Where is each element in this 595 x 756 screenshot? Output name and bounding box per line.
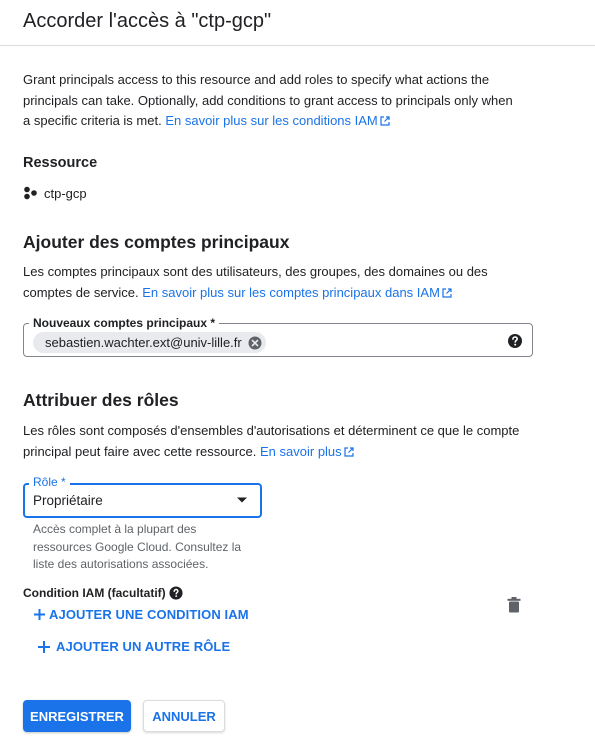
principals-iam-link-label: En savoir plus sur les comptes principau…	[142, 284, 440, 300]
delete-icon[interactable]	[507, 597, 521, 613]
resource-row: ctp-gcp	[23, 184, 87, 202]
plus-icon	[34, 609, 45, 620]
add-another-role-label: AJOUTER UN AUTRE RÔLE	[56, 639, 231, 654]
principals-iam-link[interactable]: En savoir plus sur les comptes principau…	[142, 285, 452, 300]
resource-heading: Ressource	[23, 155, 98, 171]
external-link-icon	[344, 446, 354, 457]
principal-chip-label: sebastien.wachter.ext@univ-lille.fr	[45, 335, 242, 350]
assign-roles-description: Les rôles sont composés d'ensembles d'au…	[23, 421, 533, 462]
role-select-value[interactable]: Propriétaire	[33, 493, 103, 508]
external-link-icon	[442, 287, 452, 298]
resource-name: ctp-gcp	[44, 185, 87, 201]
principal-chip[interactable]: sebastien.wachter.ext@univ-lille.fr	[33, 332, 266, 353]
header-divider	[0, 45, 595, 46]
assign-roles-heading: Attribuer des rôles	[23, 390, 179, 410]
cancel-button[interactable]: ANNULER	[143, 700, 225, 732]
add-iam-condition-button[interactable]: AJOUTER UNE CONDITION IAM	[33, 607, 249, 622]
save-button[interactable]: ENREGISTRER	[23, 700, 131, 732]
help-icon[interactable]	[169, 586, 183, 600]
learn-more-link[interactable]: En savoir plus	[260, 444, 354, 459]
add-another-role-button[interactable]: AJOUTER UN AUTRE RÔLE	[37, 639, 230, 654]
intro-text: Grant principals access to this resource…	[23, 70, 523, 132]
project-nodes-icon	[24, 186, 37, 200]
iam-conditions-link[interactable]: En savoir plus sur les conditions IAM	[165, 113, 390, 128]
remove-chip-icon[interactable]	[248, 336, 262, 350]
add-principals-description: Les comptes principaux sont des utilisat…	[23, 262, 533, 303]
help-icon[interactable]	[507, 333, 523, 349]
role-select-label: Rôle *	[29, 475, 70, 489]
iam-condition-label: Condition IAM (facultatif)	[23, 586, 166, 600]
role-help-text: Accès complet à la plupart des ressource…	[33, 522, 242, 571]
dialog-title: Accorder l'accès à "ctp-gcp"	[23, 10, 272, 32]
external-link-icon	[380, 116, 390, 126]
add-iam-condition-label: AJOUTER UNE CONDITION IAM	[49, 607, 249, 622]
dropdown-arrow-icon[interactable]	[236, 496, 248, 504]
add-principals-heading: Ajouter des comptes principaux	[23, 232, 290, 252]
new-principals-label: Nouveaux comptes principaux *	[29, 316, 220, 330]
plus-icon	[38, 640, 50, 653]
iam-conditions-link-label: En savoir plus sur les conditions IAM	[165, 113, 378, 128]
learn-more-link-label: En savoir plus	[260, 443, 342, 459]
